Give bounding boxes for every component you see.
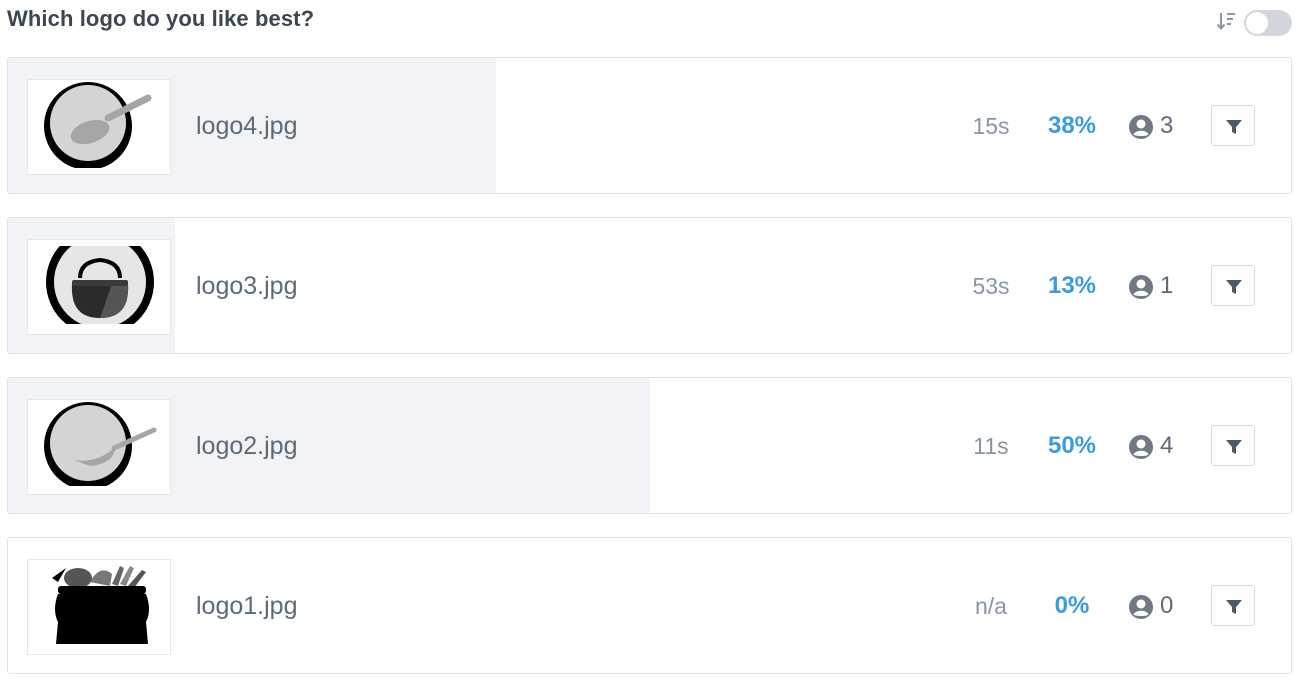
time-spent: 53s — [972, 273, 1010, 299]
vote-percent: 50% — [1047, 432, 1097, 459]
file-name: logo4.jpg — [196, 112, 298, 140]
toggle-knob — [1246, 12, 1268, 34]
result-row: logo3.jpg 53s 13% 1 — [7, 217, 1292, 354]
filter-button[interactable] — [1211, 585, 1255, 626]
result-row: logo1.jpg n/a 0% 0 — [7, 537, 1292, 674]
filter-button[interactable] — [1211, 425, 1255, 466]
filter-icon — [1226, 120, 1242, 134]
logo-thumbnail[interactable] — [27, 79, 171, 175]
bowl-spoon-image — [28, 82, 170, 174]
filter-icon — [1226, 600, 1242, 614]
file-name: logo3.jpg — [196, 272, 298, 300]
sort-descending-icon[interactable] — [1216, 10, 1236, 32]
voter-count: 1 — [1160, 272, 1174, 299]
logo-thumbnail[interactable] — [27, 399, 171, 495]
voter-count: 4 — [1160, 432, 1174, 459]
logo-thumbnail[interactable] — [27, 239, 171, 335]
filter-icon — [1226, 440, 1242, 454]
sort-toggle[interactable] — [1244, 10, 1292, 36]
filter-icon — [1226, 280, 1242, 294]
result-row: logo4.jpg 15s 38% 3 — [7, 57, 1292, 194]
user-icon — [1129, 115, 1153, 139]
voter-count: 3 — [1160, 112, 1174, 139]
cauldron-image — [28, 240, 170, 334]
vote-percent: 0% — [1054, 592, 1090, 619]
logo-thumbnail[interactable] — [27, 559, 171, 655]
user-icon — [1129, 595, 1153, 619]
vote-percent: 38% — [1047, 112, 1097, 139]
time-spent: 11s — [973, 433, 1009, 459]
file-name: logo1.jpg — [196, 592, 298, 620]
vote-percent: 13% — [1047, 272, 1097, 299]
file-name: logo2.jpg — [196, 432, 298, 460]
voter-count: 0 — [1160, 592, 1174, 619]
time-spent: 15s — [972, 113, 1010, 139]
user-icon — [1129, 435, 1153, 459]
user-icon — [1129, 275, 1153, 299]
question-title: Which logo do you like best? — [7, 6, 315, 31]
time-spent: n/a — [975, 593, 1007, 619]
filter-button[interactable] — [1211, 265, 1255, 306]
filter-button[interactable] — [1211, 105, 1255, 146]
bowl-spoon-image — [28, 402, 170, 494]
pot-image — [52, 566, 149, 644]
result-row: logo2.jpg 11s 50% 4 — [7, 377, 1292, 514]
poll-header: Which logo do you like best? — [7, 0, 1295, 40]
